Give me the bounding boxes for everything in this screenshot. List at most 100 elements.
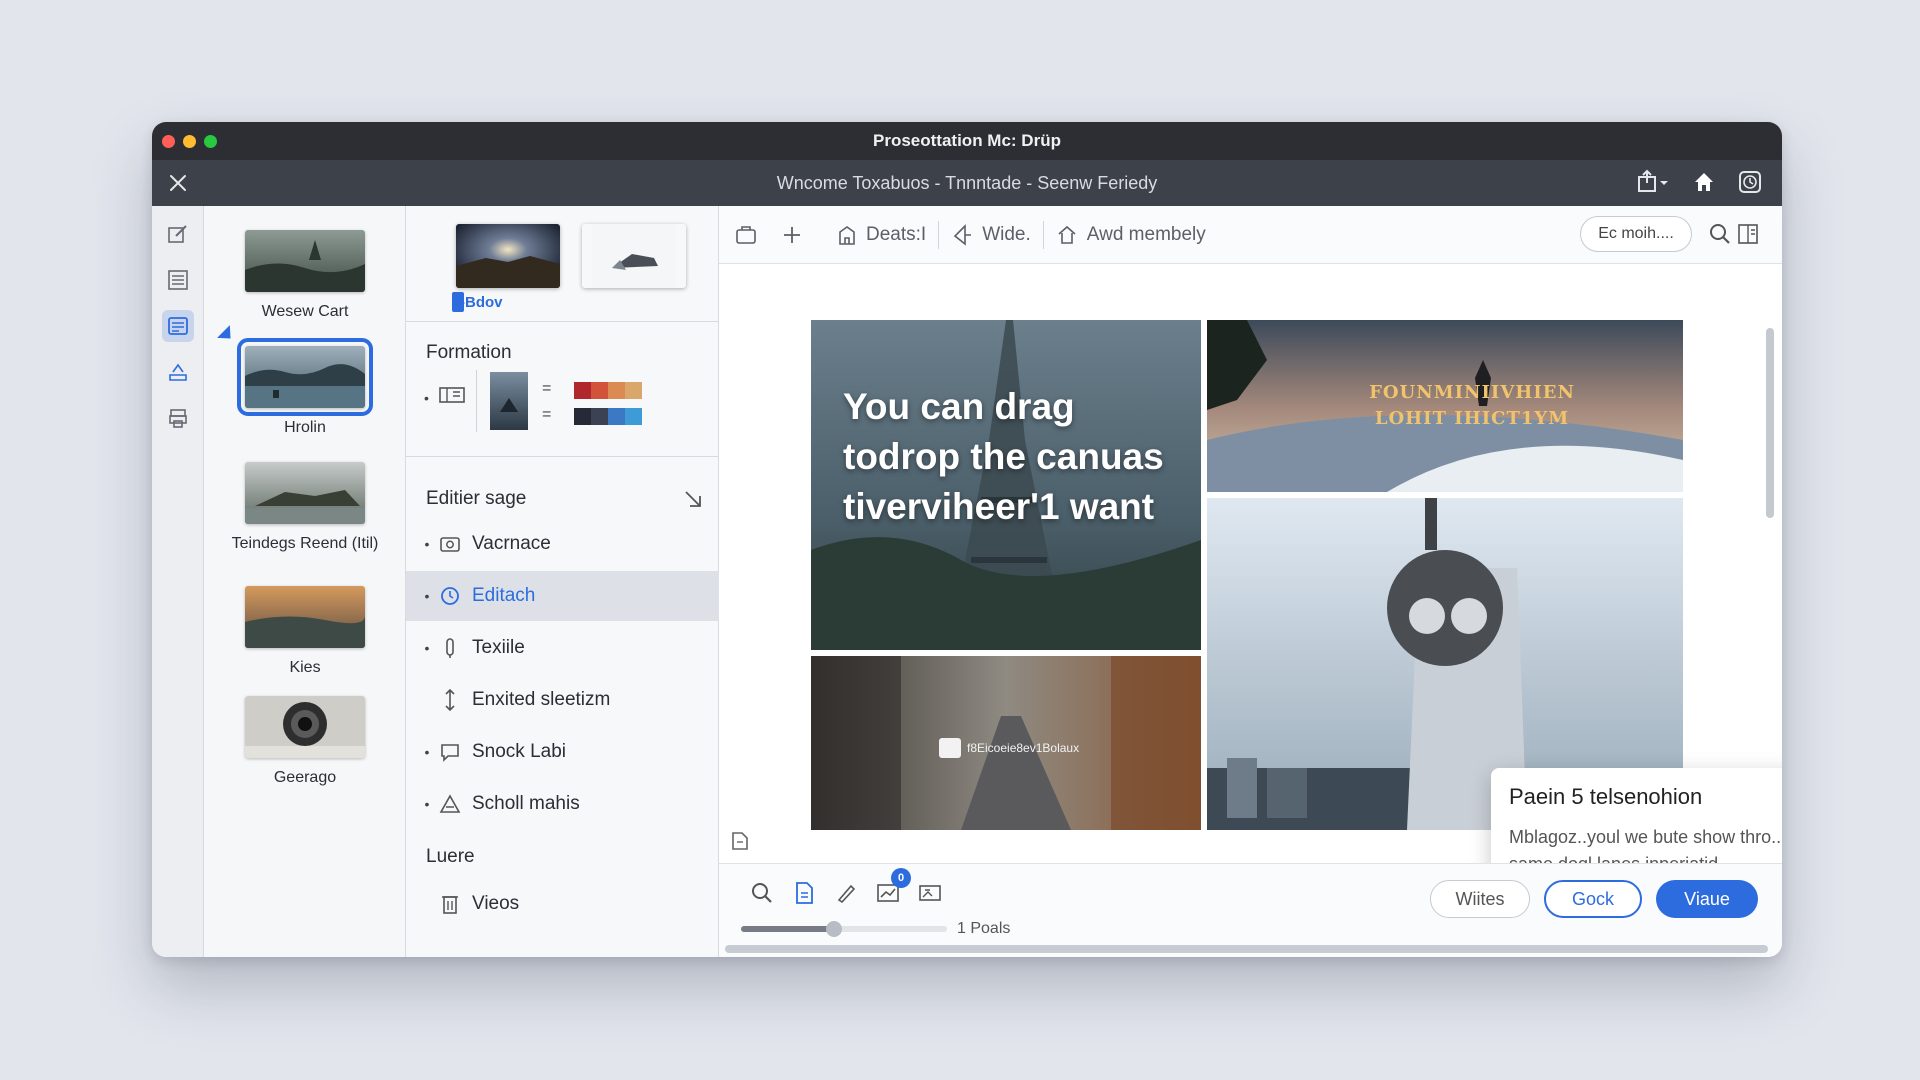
color-swatch[interactable]	[625, 408, 642, 425]
menu-item-label: Enxited sleetizm	[472, 689, 611, 710]
document-icon[interactable]	[791, 880, 817, 906]
image-icon[interactable]	[917, 880, 943, 906]
building-icon	[839, 225, 855, 245]
deats-button[interactable]: Deats:I	[815, 224, 938, 246]
panel-header: -Bdov	[406, 206, 718, 322]
slide-thumbnail-selected[interactable]: Hrolin	[204, 338, 406, 436]
menu-item-label: Texiile	[472, 637, 525, 658]
close-icon[interactable]	[166, 171, 190, 195]
slide-image	[245, 586, 365, 648]
search-icon[interactable]	[1708, 222, 1732, 252]
warm-palette[interactable]	[574, 382, 642, 399]
editor-title: Editier sage	[426, 488, 527, 509]
slide-image	[237, 338, 373, 416]
slide-canvas[interactable]: You can drag todrop the canuas tivervihe…	[719, 264, 1782, 894]
trash-icon	[436, 892, 464, 916]
wide-button[interactable]: Wide.	[939, 224, 1043, 246]
slide-label: Hrolin	[284, 419, 326, 436]
slide-thumbnail[interactable]: Geerago	[204, 696, 406, 786]
zoom-icon[interactable]	[749, 880, 775, 906]
color-swatch[interactable]	[591, 408, 608, 425]
menu-item-texiile[interactable]: • Texiile	[406, 623, 719, 673]
slide-thumbnail[interactable]: Kies	[204, 586, 406, 676]
zoom-label: 1 Poals	[957, 920, 1011, 937]
panel-thumbnail[interactable]	[582, 224, 686, 288]
print-icon[interactable]	[162, 402, 194, 434]
bullet: •	[424, 390, 429, 406]
app-title: Proseottation Mc: Drüp	[873, 131, 1061, 150]
menu-item-label: Editach	[472, 585, 536, 606]
layout-icon[interactable]	[438, 384, 466, 411]
zoom-control[interactable]: 1 Poals	[741, 920, 1010, 938]
slide-thumbnail[interactable]: Teindegs Reend (Itil)	[204, 462, 406, 552]
add-button[interactable]	[769, 224, 815, 246]
slide-list: Wesew Cart Hrolin Teindegs Reend (Itil)	[204, 206, 406, 957]
format-preview-image[interactable]	[490, 372, 528, 430]
color-swatch[interactable]	[574, 382, 591, 399]
panel-toggle-icon[interactable]	[1736, 222, 1760, 252]
maximize-window-button[interactable]	[204, 135, 217, 148]
search-input[interactable]: Ec moih....	[1580, 216, 1692, 252]
slide-image	[245, 230, 365, 292]
properties-panel: -Bdov Formation • = = Editier sage • Vac…	[406, 206, 719, 957]
slides-icon[interactable]	[162, 310, 194, 342]
watermark: f8Eicoeie8ev1Bolaux	[939, 738, 1079, 758]
menu-item-label: Vieos	[472, 893, 520, 914]
wiites-button[interactable]: Wiites	[1430, 880, 1530, 918]
color-swatch[interactable]	[591, 382, 608, 399]
image-tile-sunset[interactable]: FOUNMINIIVHIEN LOHIT IHICT1YM	[1207, 320, 1683, 492]
canvas-headline[interactable]: You can drag todrop the canuas tivervihe…	[843, 382, 1183, 532]
menu-item-snock-labi[interactable]: • Snock Labi	[406, 727, 719, 777]
color-swatch[interactable]	[574, 408, 591, 425]
share-icon[interactable]	[1636, 169, 1670, 195]
history-icon[interactable]	[1738, 170, 1762, 194]
notification-badge: 0	[891, 868, 911, 888]
slide-image	[245, 696, 365, 758]
overlay-title[interactable]: FOUNMINIIVHIEN LOHIT IHICT1YM	[1347, 380, 1597, 432]
bottom-toolbar: 0 1 Poals Wiites Gock Viaue	[719, 863, 1782, 957]
zoom-slider[interactable]	[741, 921, 947, 937]
color-swatch[interactable]	[625, 382, 642, 399]
color-swatch[interactable]	[608, 382, 625, 399]
title-bar: Proseottation Mc: Drüp	[152, 122, 1782, 160]
vertical-scrollbar[interactable]	[1766, 328, 1774, 518]
watermark-icon	[939, 738, 961, 758]
window-controls	[162, 135, 217, 148]
horizontal-scrollbar[interactable]	[725, 945, 1768, 953]
color-swatch[interactable]	[608, 408, 625, 425]
collapse-icon[interactable]	[682, 488, 704, 515]
formation-title: Formation	[426, 342, 512, 363]
menu-item-vieos[interactable]: Vieos	[406, 882, 719, 926]
page-icon[interactable]	[729, 830, 751, 857]
brush-icon[interactable]	[833, 880, 859, 906]
upload-icon[interactable]	[162, 356, 194, 388]
zoom-slider-knob[interactable]	[825, 921, 842, 937]
folder-button[interactable]	[719, 224, 769, 246]
menu-item-enxited-sleetizm[interactable]: Enxited sleetizm	[406, 675, 719, 725]
close-window-button[interactable]	[162, 135, 175, 148]
viaue-button[interactable]: Viaue	[1656, 880, 1758, 918]
minimize-window-button[interactable]	[183, 135, 196, 148]
list-icon[interactable]	[162, 264, 194, 296]
awd-membely-button[interactable]: Awd membely	[1044, 224, 1218, 246]
equals-icon: =	[542, 406, 552, 423]
slide-image	[245, 462, 365, 524]
menu-item-scholl-mahis[interactable]: • Scholl mahis	[406, 779, 719, 829]
cool-palette[interactable]	[574, 408, 642, 425]
cursor-icon	[954, 223, 972, 246]
menu-item-vacrnace[interactable]: • Vacrnace	[406, 519, 719, 569]
image-tile-street[interactable]: f8Eicoeie8ev1Bolaux	[811, 656, 1201, 830]
chart-icon[interactable]: 0	[875, 868, 911, 906]
panel-thumbnail[interactable]	[456, 224, 560, 288]
edit-icon[interactable]	[162, 218, 194, 250]
gock-button[interactable]: Gock	[1544, 880, 1642, 918]
zoom-slider-fill	[741, 926, 834, 932]
menu-item-editach[interactable]: • Editach	[406, 571, 719, 621]
triangle-icon	[436, 792, 464, 816]
image-tile-eiffel[interactable]: You can drag todrop the canuas tivervihe…	[811, 320, 1201, 650]
formation-row: • = =	[424, 370, 704, 432]
home-icon[interactable]	[1692, 170, 1716, 194]
bottom-tools: 0	[749, 868, 943, 906]
slide-label: Kies	[289, 659, 321, 676]
slide-thumbnail[interactable]: Wesew Cart	[204, 230, 406, 320]
